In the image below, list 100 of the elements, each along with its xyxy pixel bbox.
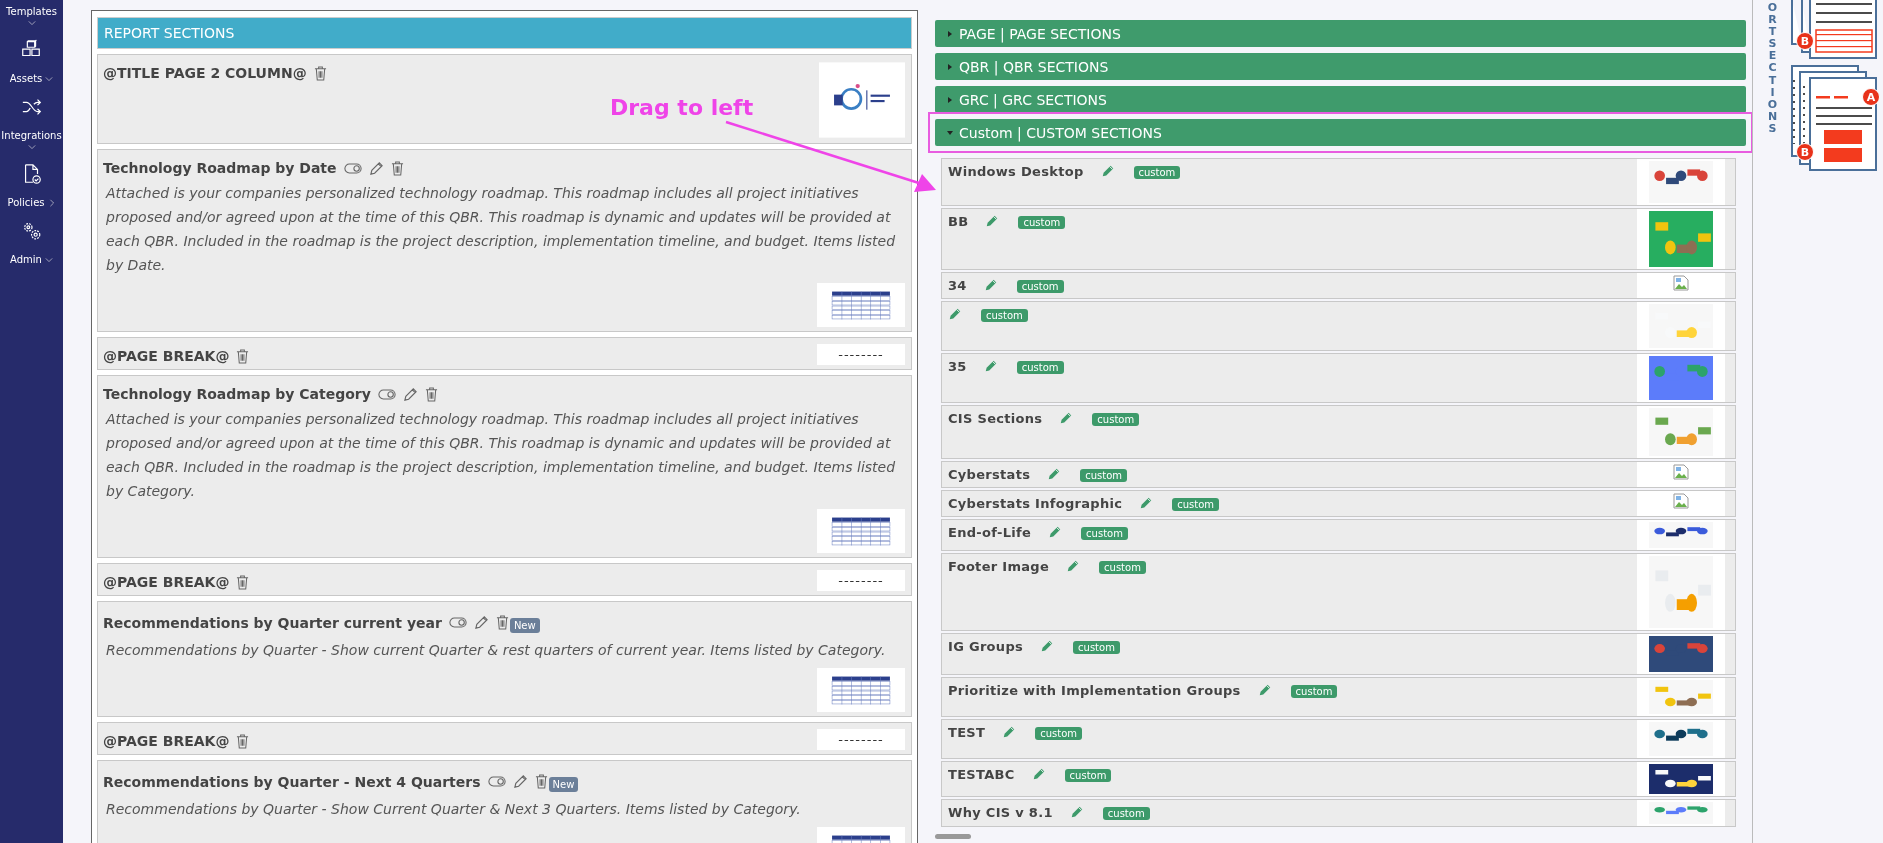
custom-section-row[interactable]: BB custom	[941, 208, 1736, 270]
chevron-down-icon[interactable]	[44, 255, 53, 264]
section-title: Recommendations by Quarter current year	[103, 614, 442, 631]
section-name: End-of-Life	[948, 525, 1032, 540]
nav-label[interactable]: Assets	[9, 73, 43, 84]
pencil-icon[interactable]	[1059, 411, 1074, 425]
section-name: Prioritize with Implementation Groups	[948, 683, 1241, 698]
section-name: Footer Image	[948, 559, 1050, 574]
new-badge: New	[548, 777, 579, 792]
chevron-down-icon[interactable]	[45, 74, 54, 83]
section-name: Windows Desktop	[948, 164, 1084, 179]
section-name: Why CIS v 8.1	[948, 805, 1053, 820]
section-name: IG Groups	[948, 639, 1024, 654]
trash-icon[interactable]	[424, 386, 438, 402]
trash-icon[interactable]	[534, 774, 548, 789]
panel-header: REPORT SECTIONS	[97, 17, 912, 49]
section-name: TEST	[948, 725, 986, 740]
toggle-icon[interactable]	[487, 776, 506, 787]
section-name: 35	[948, 359, 967, 374]
section-name: TESTABC	[948, 767, 1015, 782]
annotation-text: Drag to left	[610, 95, 754, 120]
scrollbar-thumb[interactable]	[935, 834, 971, 839]
section-title: @PAGE BREAK@	[103, 733, 230, 749]
custom-section-row[interactable]: 35 custom	[941, 353, 1736, 403]
custom-tag: custom	[1018, 216, 1066, 229]
pencil-icon[interactable]	[983, 278, 998, 292]
pencil-icon[interactable]	[1002, 725, 1017, 739]
pencil-icon[interactable]	[1047, 467, 1062, 481]
custom-tag: custom	[1172, 498, 1220, 511]
trash-icon[interactable]	[236, 574, 250, 590]
custom-section-row[interactable]: Windows Desktop custom	[941, 158, 1736, 206]
custom-tag: custom	[1080, 469, 1128, 482]
custom-tag: custom	[1133, 166, 1181, 179]
page-break-marker: --------	[817, 344, 905, 365]
custom-tag: custom	[1064, 769, 1112, 782]
toggle-icon[interactable]	[343, 162, 362, 174]
section-title: Technology Roadmap by Category	[103, 386, 371, 402]
broken-image-icon	[1673, 464, 1689, 480]
custom-section-row[interactable]: CIS Sections custom	[941, 405, 1736, 459]
section-title: @TITLE PAGE 2 COLUMN@	[103, 65, 307, 81]
trash-icon[interactable]	[236, 348, 250, 364]
page-break-marker: --------	[817, 570, 905, 591]
caret-right-icon	[947, 63, 953, 70]
section-name: Cyberstats Infographic	[948, 496, 1123, 511]
pencil-icon[interactable]	[1069, 805, 1084, 819]
nav-label[interactable]: Templates	[6, 6, 57, 17]
custom-tag: custom	[1081, 527, 1128, 540]
section-name: CIS Sections	[948, 411, 1043, 426]
custom-section-row[interactable]: 34 custom	[941, 272, 1736, 299]
custom-section-row[interactable]: End-of-Life custom	[941, 519, 1736, 551]
section-name: Cyberstats	[948, 467, 1031, 482]
toggle-icon[interactable]	[448, 617, 467, 628]
section-description: Attached is your companies personalized technology roadmap. This roadmap includes all project initiatives proposed and/or agreed upon at the time of this QBR. This roadmap is dynamic and updates will be provided at each QBR. Included in the roadmap is the project description, implementation timeline, and budget. Items listed by Date.	[106, 184, 897, 275]
chevron-down-icon[interactable]	[27, 19, 36, 27]
pencil-icon[interactable]	[948, 307, 962, 321]
trash-icon[interactable]	[495, 615, 509, 630]
caret-down-icon	[947, 129, 953, 136]
custom-section-row[interactable]: Cyberstats custom	[941, 461, 1736, 488]
section-title: Technology Roadmap by Date	[103, 160, 337, 176]
custom-section-row[interactable]: Cyberstats Infographic custom	[941, 490, 1736, 517]
nav-label[interactable]: Admin	[10, 254, 42, 265]
pencil-icon[interactable]	[1031, 767, 1046, 781]
pencil-icon[interactable]	[1048, 525, 1063, 539]
section-description: Recommendations by Quarter - Show Current Quarter & Next 3 Quarters. Items listed by Category.	[106, 800, 802, 819]
custom-section-row[interactable]: TESTABC custom	[941, 761, 1736, 797]
pencil-icon[interactable]	[985, 214, 1000, 228]
chevron-down-icon[interactable]	[27, 143, 36, 151]
nav-label[interactable]: Integrations	[1, 130, 62, 141]
pencil-icon[interactable]	[402, 386, 418, 402]
vertical-label: ORT SECTIONS	[1767, 2, 1778, 136]
pencil-icon[interactable]	[983, 359, 998, 373]
trash-icon[interactable]	[313, 65, 327, 81]
custom-tag: custom	[1102, 807, 1150, 820]
pencil-icon[interactable]	[473, 615, 489, 630]
pencil-icon[interactable]	[368, 160, 384, 176]
custom-tag: custom	[1016, 280, 1064, 293]
custom-tag: custom	[981, 309, 1028, 322]
trash-icon[interactable]	[236, 733, 250, 749]
pencil-icon[interactable]	[1040, 639, 1055, 653]
pencil-icon[interactable]	[1100, 164, 1115, 178]
custom-section-row[interactable]: Footer Image custom	[941, 553, 1736, 631]
section-title: Recommendations by Quarter - Next 4 Quarters	[103, 773, 481, 790]
pencil-icon[interactable]	[512, 774, 528, 789]
pencil-icon[interactable]	[1257, 683, 1272, 697]
custom-tag: custom	[1290, 685, 1338, 698]
section-title: @PAGE BREAK@	[103, 574, 230, 590]
custom-tag: custom	[1035, 727, 1082, 740]
broken-image-icon	[1673, 275, 1689, 291]
chevron-right-icon[interactable]	[47, 198, 56, 207]
pencil-icon[interactable]	[1066, 559, 1081, 573]
pencil-icon[interactable]	[1139, 496, 1154, 510]
custom-tag: custom	[1092, 413, 1140, 426]
toggle-icon[interactable]	[377, 388, 396, 400]
nav-label[interactable]: Policies	[7, 197, 45, 208]
custom-section-row[interactable]: Why CIS v 8.1 custom	[941, 799, 1736, 827]
custom-section-row[interactable]: IG Groups custom	[941, 633, 1736, 675]
section-title: @PAGE BREAK@	[103, 348, 230, 364]
custom-section-row[interactable]: TEST custom	[941, 719, 1736, 759]
trash-icon[interactable]	[390, 160, 404, 176]
custom-section-row[interactable]: Prioritize with Implementation Groups custom	[941, 677, 1736, 717]
